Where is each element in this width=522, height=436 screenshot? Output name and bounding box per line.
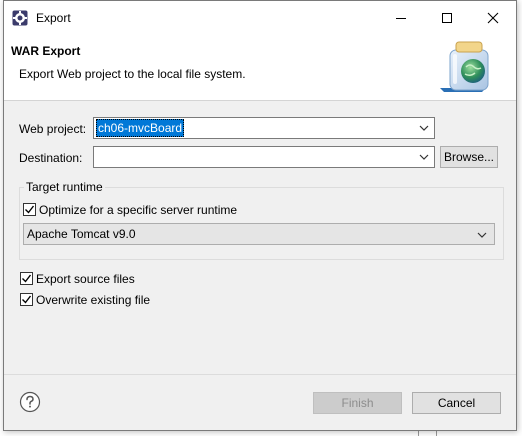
- title-bar[interactable]: Export: [4, 1, 516, 35]
- web-project-label: Web project:: [19, 122, 87, 136]
- minimize-button[interactable]: [378, 1, 424, 35]
- destination-label: Destination:: [19, 151, 83, 165]
- export-source-label: Export source files: [36, 272, 135, 286]
- background-editor-fragment: [518, 30, 522, 50]
- destination-combo[interactable]: [93, 146, 435, 168]
- maximize-icon: [442, 13, 452, 23]
- page-description: Export Web project to the local file sys…: [19, 67, 246, 81]
- eclipse-gear-icon: [12, 10, 28, 26]
- web-project-combo[interactable]: ch06-mvcBoard: [93, 117, 435, 139]
- export-dialog: Export WAR Export Export Web project to …: [3, 0, 517, 431]
- wizard-header: WAR Export Export Web project to the loc…: [4, 35, 516, 101]
- cancel-button[interactable]: Cancel: [412, 392, 501, 414]
- check-icon: [25, 205, 35, 214]
- optimize-checkbox[interactable]: [23, 203, 36, 216]
- chevron-down-icon: [477, 232, 487, 238]
- check-icon: [22, 295, 32, 304]
- overwrite-checkbox[interactable]: [20, 293, 33, 306]
- finish-button[interactable]: Finish: [313, 392, 402, 414]
- window-title: Export: [36, 11, 71, 25]
- optimize-label: Optimize for a specific server runtime: [39, 203, 238, 217]
- close-icon: [487, 12, 499, 24]
- runtime-select-value: Apache Tomcat v9.0: [27, 227, 136, 241]
- export-source-checkbox[interactable]: [20, 272, 33, 285]
- close-button[interactable]: [470, 1, 516, 35]
- chevron-down-icon: [419, 125, 429, 131]
- chevron-down-icon: [419, 154, 429, 160]
- footer-divider: [4, 374, 516, 375]
- war-export-jar-globe-icon: [436, 40, 494, 96]
- web-project-value: ch06-mvcBoard: [96, 119, 185, 137]
- browse-button[interactable]: Browse...: [440, 146, 498, 168]
- maximize-button[interactable]: [424, 1, 470, 35]
- help-icon[interactable]: [19, 391, 41, 413]
- overwrite-label: Overwrite existing file: [36, 293, 151, 307]
- check-icon: [22, 274, 32, 283]
- minimize-icon: [396, 18, 406, 19]
- target-runtime-legend: Target runtime: [24, 180, 105, 194]
- page-title: WAR Export: [11, 44, 81, 58]
- runtime-select[interactable]: Apache Tomcat v9.0: [23, 223, 495, 245]
